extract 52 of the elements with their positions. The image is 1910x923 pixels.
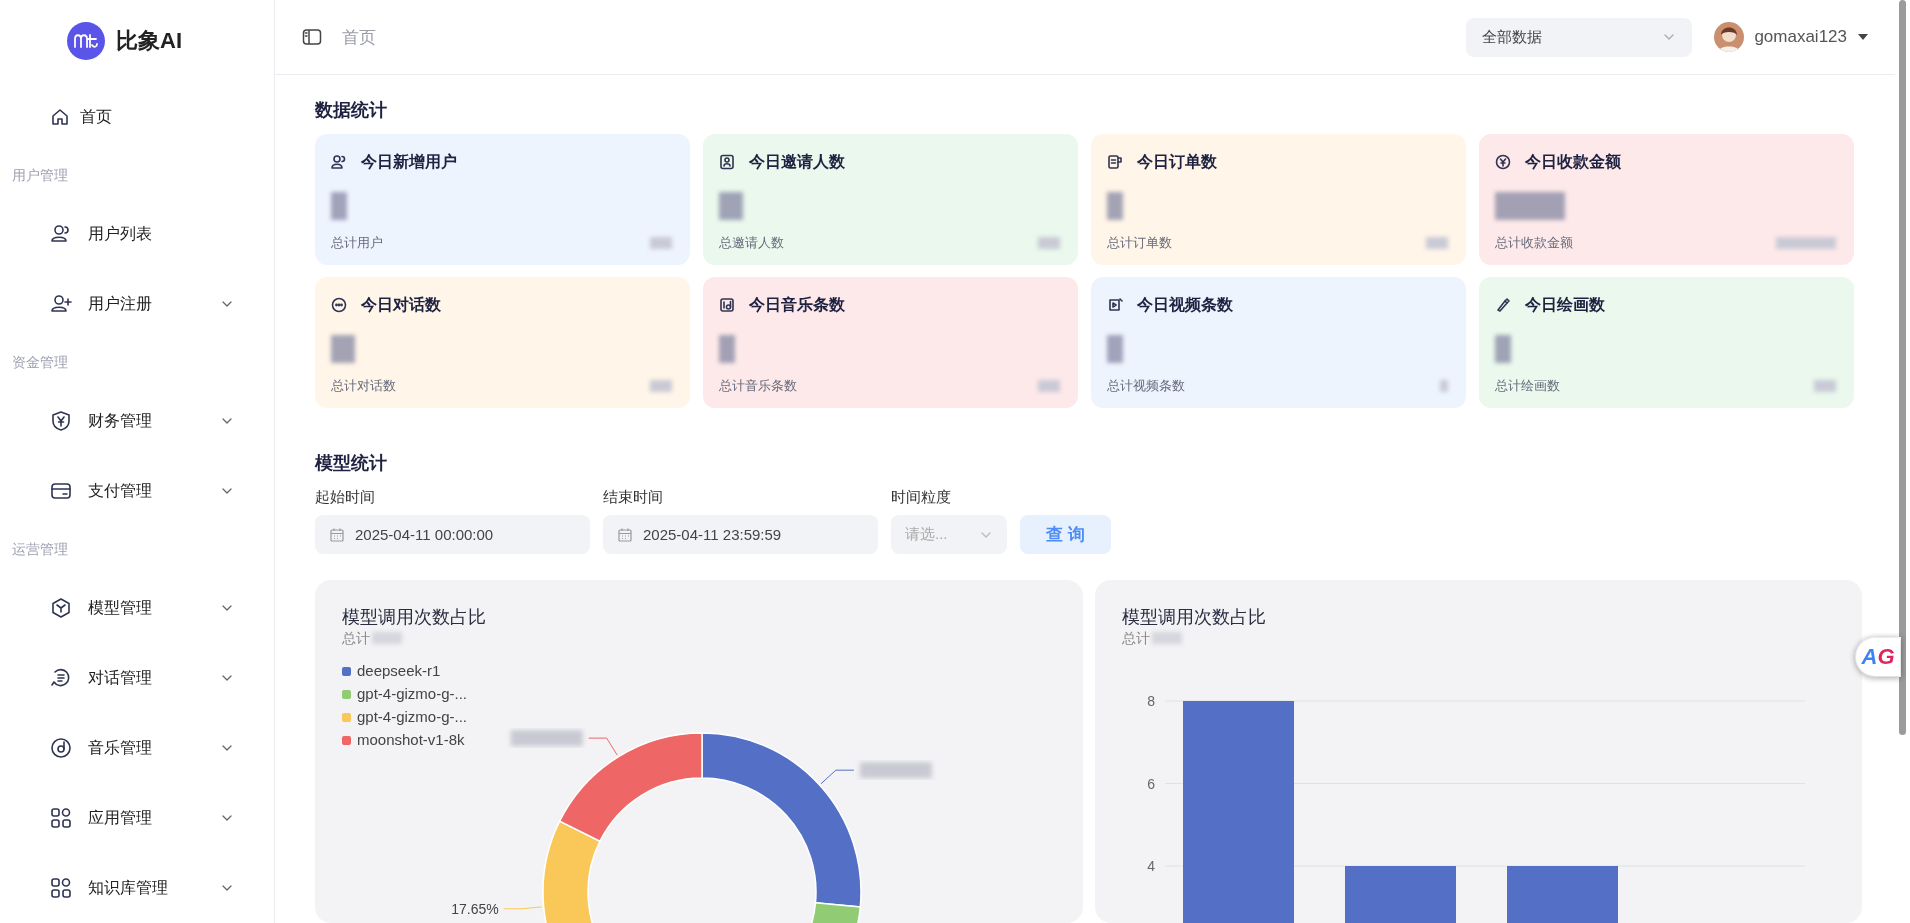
total-label: 总计绘画数 <box>1495 377 1560 395</box>
total-label: 总计视频条数 <box>1107 377 1185 395</box>
legend-label[interactable]: gpt-4-gizmo-g-... <box>357 685 468 703</box>
breadcrumb-item: 首页 <box>342 26 376 49</box>
nav-item[interactable]: 对话管理 <box>0 643 274 713</box>
data-label: 17.65% <box>451 900 499 917</box>
field-label: 起始时间 <box>315 488 376 506</box>
nav-group-heading: 资金管理 <box>11 353 69 372</box>
card-title: 今日绘画数 <box>1525 294 1605 315</box>
nav-item[interactable]: 首页 <box>0 82 274 152</box>
nav-item[interactable]: 用户列表 <box>0 199 274 269</box>
card-title: 今日对话数 <box>361 294 441 315</box>
nav-item[interactable]: 模型管理 <box>0 573 274 643</box>
field-label: 结束时间 <box>603 488 664 506</box>
total-label: 总计用户 <box>331 234 383 252</box>
total-label: 总计收款金额 <box>1495 234 1573 252</box>
total-label: 总计对话数 <box>331 377 396 395</box>
card-title: 今日新增用户 <box>361 151 457 172</box>
nav-item[interactable]: 支付管理 <box>0 456 274 526</box>
section-title: 数据统计 <box>315 99 388 121</box>
card-title: 今日视频条数 <box>1137 294 1233 315</box>
total-label: 总计订单数 <box>1107 234 1172 252</box>
card-title: 今日收款金额 <box>1525 151 1621 172</box>
chart-subtitle: 总计 <box>1122 629 1150 648</box>
nav-item[interactable]: 用户注册 <box>0 269 274 339</box>
axis-tick-label: 4 <box>1147 858 1155 874</box>
card-title: 今日音乐条数 <box>749 294 845 315</box>
nav-item[interactable]: 财务管理 <box>0 386 274 456</box>
axis-tick-label: 8 <box>1147 693 1155 709</box>
card-title: 今日订单数 <box>1137 151 1217 172</box>
username[interactable]: gomaxai123 <box>1754 27 1847 47</box>
axis-tick-label: 6 <box>1147 775 1155 792</box>
card-title: 今日邀请人数 <box>749 151 845 172</box>
chart-title: 模型调用次数占比 <box>342 606 486 628</box>
total-label: 总计音乐条数 <box>719 377 797 395</box>
date-field[interactable]: 2025-04-11 00:00:00 <box>315 515 590 554</box>
chart-title: 模型调用次数占比 <box>1122 606 1266 628</box>
chart-subtitle: 总计 <box>342 629 370 648</box>
legend-label[interactable]: deepseek-r1 <box>357 662 441 680</box>
field-label: 时间粒度 <box>891 488 952 506</box>
brand-name: 比象AI <box>116 27 182 55</box>
nav-group-heading: 用户管理 <box>11 166 69 185</box>
section-title: 模型统计 <box>315 452 388 474</box>
nav-item[interactable]: 知识库管理 <box>0 853 274 923</box>
scope-select[interactable]: 全部数据 <box>1466 17 1693 57</box>
nav-item[interactable]: 音乐管理 <box>0 713 274 783</box>
legend-label[interactable]: moonshot-v1-8k <box>357 731 465 749</box>
nav-group-heading: 运营管理 <box>11 540 69 559</box>
total-label: 总邀请人数 <box>719 234 784 252</box>
legend-label[interactable]: gpt-4-gizmo-g-... <box>357 708 468 726</box>
date-field[interactable]: 2025-04-11 23:59:59 <box>603 515 878 554</box>
nav-item[interactable]: 应用管理 <box>0 783 274 853</box>
